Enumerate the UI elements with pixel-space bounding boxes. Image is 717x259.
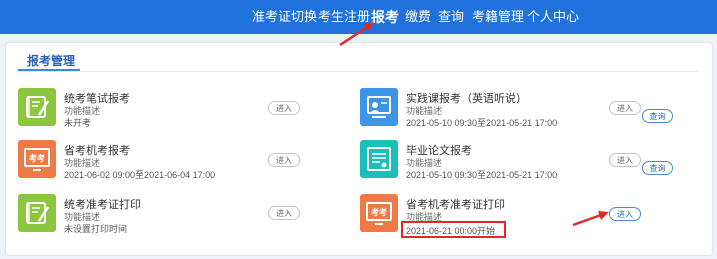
enter-button[interactable]: 进入 bbox=[268, 206, 300, 220]
enter-button[interactable]: 进入 bbox=[609, 153, 641, 167]
card-info: 2021-05-10 09:30至2021-05-21 17:00 bbox=[406, 170, 558, 180]
enter-button[interactable]: 进入 bbox=[268, 153, 300, 167]
tab-apply-management[interactable]: 报考管理 bbox=[27, 52, 75, 69]
nav-item-profile[interactable]: 个人中心 bbox=[527, 0, 579, 34]
certificate-icon bbox=[360, 140, 398, 178]
nav-item-records[interactable]: 考籍管理 bbox=[472, 0, 524, 34]
enter-button[interactable]: 进入 bbox=[268, 101, 300, 115]
book-pen-icon bbox=[18, 194, 56, 232]
query-button[interactable]: 查询 bbox=[642, 161, 673, 175]
nav-item-admission-switch[interactable]: 准考证切换 bbox=[252, 0, 317, 34]
card-info: 未设置打印时间 bbox=[64, 224, 128, 234]
exam-sign-text: 考考 bbox=[371, 207, 387, 217]
enter-button[interactable]: 进入 bbox=[609, 207, 641, 221]
card-info: 2021-05-10 09:30至2021-05-21 17:00 bbox=[406, 118, 558, 128]
enter-button[interactable]: 进入 bbox=[609, 101, 641, 115]
query-button[interactable]: 查询 bbox=[642, 109, 673, 123]
computer-exam-icon: 考考 bbox=[18, 140, 56, 178]
presentation-icon bbox=[360, 88, 398, 126]
nav-item-query[interactable]: 查询 bbox=[438, 0, 464, 34]
card-info: 2021-06-02 09:00至2021-06-04 17:00 bbox=[64, 170, 216, 180]
arrow-annotation-icon bbox=[339, 22, 374, 47]
book-pen-icon bbox=[18, 88, 56, 126]
tab-divider bbox=[18, 71, 698, 72]
computer-exam-icon: 考考 bbox=[360, 194, 398, 232]
arrow-annotation-icon bbox=[572, 211, 609, 227]
exam-sign-text: 考考 bbox=[29, 153, 45, 163]
nav-item-payment[interactable]: 缴费 bbox=[405, 0, 431, 34]
highlight-box bbox=[401, 221, 506, 238]
card-info: 未开考 bbox=[64, 118, 92, 128]
